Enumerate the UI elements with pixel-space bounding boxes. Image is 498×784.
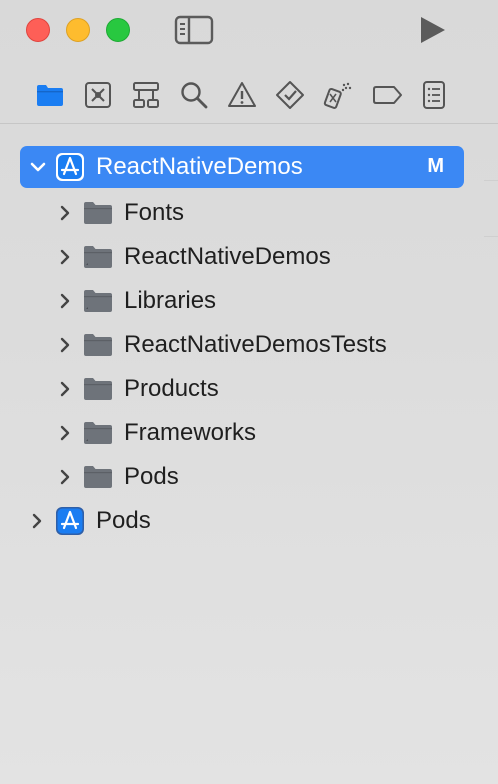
- chevron-down-icon[interactable]: [29, 158, 47, 176]
- close-window-button[interactable]: [26, 18, 50, 42]
- tree-row-project[interactable]: Pods: [28, 500, 151, 542]
- tree-row-folder[interactable]: Fonts: [56, 192, 184, 234]
- window-titlebar: [0, 0, 498, 62]
- tree-row-folder[interactable]: Products: [56, 368, 219, 410]
- folder-icon: [83, 465, 113, 489]
- tree-item-label: Frameworks: [124, 419, 257, 446]
- play-icon[interactable]: [416, 14, 448, 46]
- sidebar-toggle-icon[interactable]: [173, 14, 215, 46]
- app-project-icon: [55, 506, 85, 536]
- tree-row-folder[interactable]: ReactNativeDemosTests: [56, 324, 387, 366]
- tree-row-folder[interactable]: Frameworks: [56, 412, 256, 454]
- folder-icon: [83, 377, 113, 401]
- chevron-right-icon[interactable]: [56, 204, 74, 222]
- tree-row-folder[interactable]: Pods: [56, 456, 179, 498]
- tree-item-label: Products: [124, 375, 219, 402]
- tree-row-project[interactable]: ReactNativeDemos M: [20, 146, 464, 188]
- tree-item-label: Pods: [96, 507, 151, 534]
- search-icon[interactable]: [179, 80, 209, 110]
- warning-icon[interactable]: [227, 80, 257, 110]
- zoom-window-button[interactable]: [106, 18, 130, 42]
- test-diamond-icon[interactable]: [275, 80, 305, 110]
- tree-item-label: Libraries: [124, 287, 217, 314]
- tree-item-label: ReactNativeDemosTests: [124, 331, 387, 358]
- folder-icon: [83, 421, 113, 445]
- folder-icon: [83, 201, 113, 225]
- debug-spray-icon[interactable]: [323, 80, 353, 110]
- folder-icon: [83, 245, 113, 269]
- tree-item-label: ReactNativeDemos: [96, 153, 303, 180]
- app-project-icon: [55, 152, 85, 182]
- source-control-icon[interactable]: [83, 80, 113, 110]
- tree-item-label: Fonts: [124, 199, 185, 226]
- chevron-right-icon[interactable]: [56, 424, 74, 442]
- tree-item-label: ReactNativeDemos: [124, 243, 331, 270]
- divider: [484, 180, 498, 181]
- report-list-icon[interactable]: [419, 80, 449, 110]
- minimize-window-button[interactable]: [66, 18, 90, 42]
- chevron-right-icon[interactable]: [56, 248, 74, 266]
- navigator-tab-bar: [0, 62, 498, 124]
- chevron-right-icon[interactable]: [28, 512, 46, 530]
- chevron-right-icon[interactable]: [56, 292, 74, 310]
- folder-icon[interactable]: [35, 80, 65, 110]
- tree-item-label: Pods: [124, 463, 179, 490]
- divider: [484, 236, 498, 237]
- tree-row-folder[interactable]: Libraries: [56, 280, 216, 322]
- folder-icon: [83, 289, 113, 313]
- chevron-right-icon[interactable]: [56, 468, 74, 486]
- hierarchy-icon[interactable]: [131, 80, 161, 110]
- folder-icon: [83, 333, 113, 357]
- tree-row-folder[interactable]: ReactNativeDemos: [56, 236, 331, 278]
- chevron-right-icon[interactable]: [56, 380, 74, 398]
- source-control-status-badge: M: [427, 155, 444, 177]
- breakpoint-icon[interactable]: [371, 80, 403, 110]
- chevron-right-icon[interactable]: [56, 336, 74, 354]
